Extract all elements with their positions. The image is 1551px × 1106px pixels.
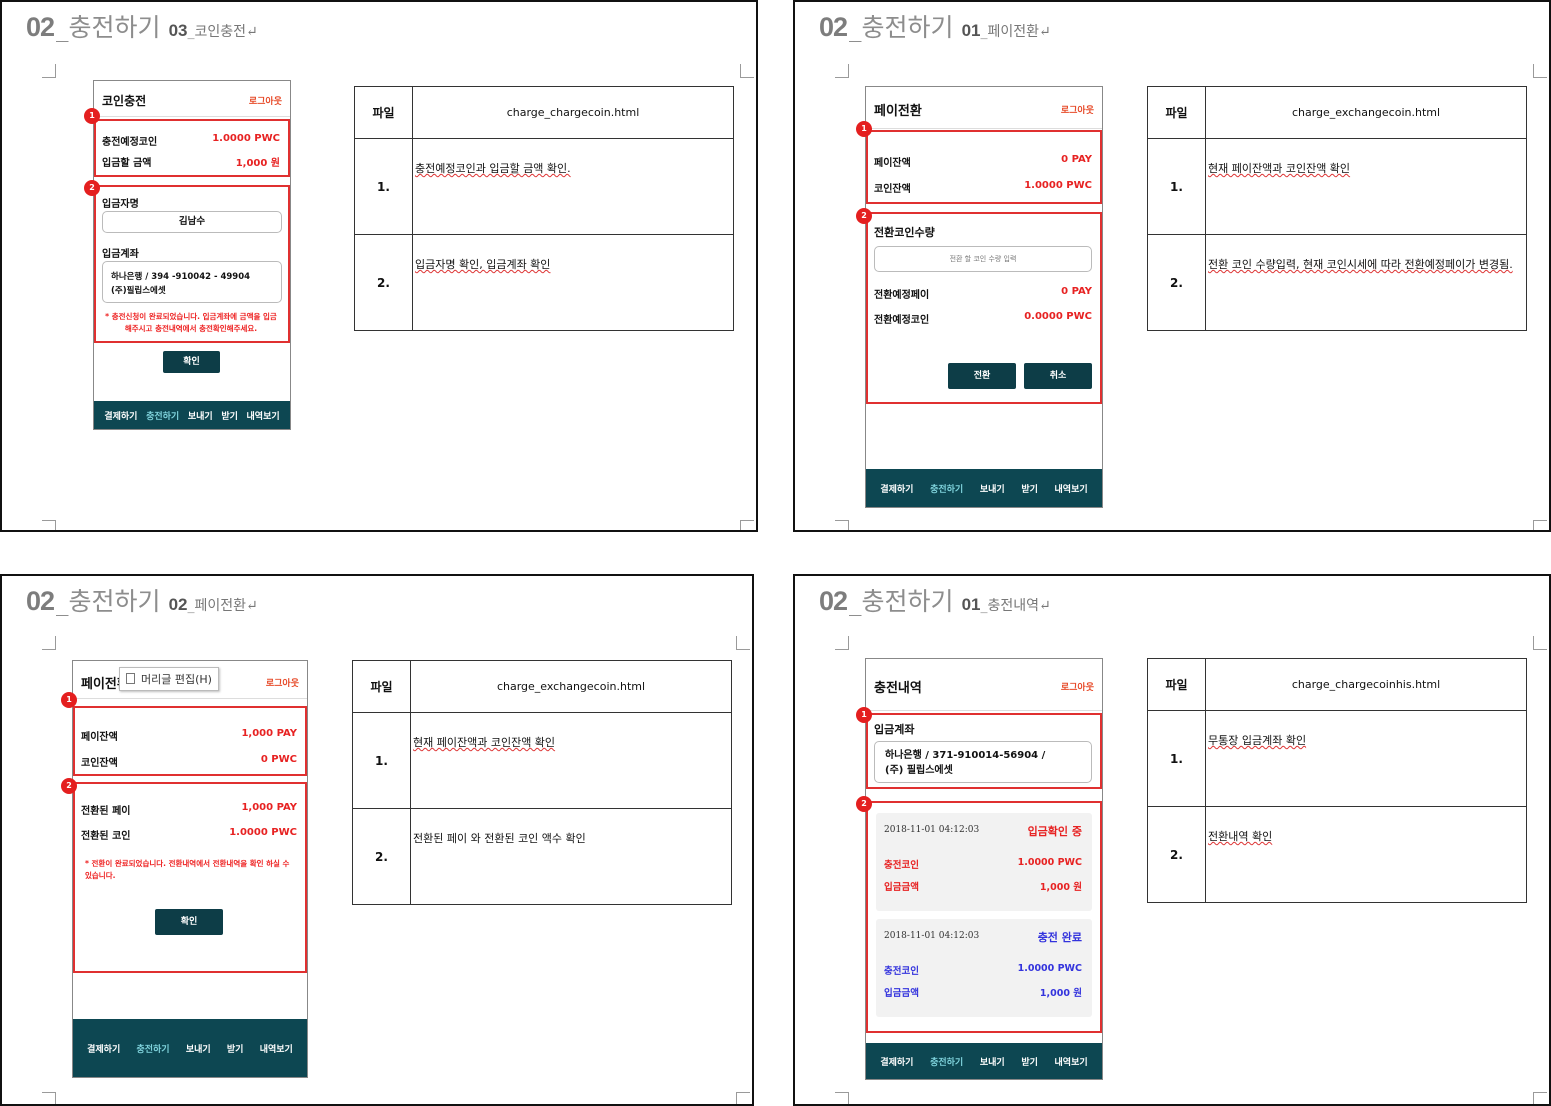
highlight-box-1: 입금계좌 하나은행 / 371-910014-56904 / (주) 필립스에셋 [866,713,1102,789]
crop-mark [42,636,56,650]
phone-mockup: 코인충전 로그아웃 충전예정코인 1.0000 PWC 입금할 금액 1,000 원… [93,80,291,430]
badge-2: 2 [84,180,100,196]
notice-text: * 충전신청이 완료되었습니다. 입금계좌에 금액을 입금해주시고 충전내역에서… [105,312,277,333]
cancel-button[interactable]: 취소 [1024,363,1092,389]
history-card[interactable]: 2018-11-01 04:12:03 입금확인 중 충전코인 1.0000 PW… [876,813,1092,911]
doc-page-pay-exchange: 02_충전하기 01_페이전환↵ 페이전환 로그아웃 페이잔액 0 PAY 코인잔액… [793,0,1551,532]
section-heading: 02_충전하기 02_페이전환↵ [26,586,258,616]
spec-table: 파일 charge_chargecoin.html 1. 충전예정코인과 입금할 금… [354,86,734,331]
highlight-box-2: 입금자명 김남수 입금계좌 하나은행 / 394 -910042 - 49904… [94,185,290,343]
crop-mark [42,520,56,530]
planned-coin-row: 충전예정코인 1.0000 PWC [102,133,280,148]
account-label: 입금계좌 [102,249,139,260]
file-key: 파일 [354,86,413,139]
crop-mark [1533,64,1547,78]
doc-page-pay-exchange-done: 02_충전하기 02_페이전환↵ 페이전환 로그아웃 페이잔액 1,000 PAY … [0,574,754,1106]
highlight-box-1: 페이잔액 0 PAY 코인잔액 1.0000 PWC [866,130,1102,204]
page-title: 코인충전 [102,94,147,108]
doc-page-coin-charge: 02_충전하기 03_코인충전↵ 코인충전 로그아웃 충전예정코인 1.0000 P… [0,0,758,532]
phone-mockup: 페이전환 로그아웃 페이잔액 0 PAY 코인잔액 1.0000 PWC 전환코인수… [865,86,1103,508]
crop-mark [736,636,750,650]
app-header: 충전내역 로그아웃 [866,659,1102,711]
account-field: 하나은행 / 394 -910042 - 49904 (주)필립스에셋 [102,261,282,303]
history-status: 충전 완료 [1037,931,1082,944]
logout-link[interactable]: 로그아웃 [266,676,299,689]
badge-2: 2 [61,778,77,794]
highlight-box-2: 2018-11-01 04:12:03 입금확인 중 충전코인 1.0000 PW… [866,801,1102,1033]
badge-1: 1 [856,707,872,723]
page-title: 충전내역 [874,681,922,696]
crop-mark [736,1092,750,1104]
page-title: 페이전환 [874,104,922,119]
document-icon [126,673,135,684]
notice-text: * 전환이 완료되었습니다. 전환내역에서 전환내역을 확인 하실 수 있습니다… [85,859,290,880]
history-timestamp: 2018-11-01 04:12:03 [884,825,980,835]
header-edit-tooltip[interactable]: 머리글 편집(H) [119,667,219,691]
bottom-nav: 결제하기 충전하기 보내기 받기 내역보기 [866,1043,1102,1079]
section-number: 02 [26,12,55,42]
section-heading: 02_충전하기 01_페이전환↵ [819,12,1051,42]
phone-mockup: 충전내역 로그아웃 입금계좌 하나은행 / 371-910014-56904 /… [865,658,1103,1080]
highlight-box-1: 충전예정코인 1.0000 PWC 입금할 금액 1,000 원 [94,119,290,177]
file-name: charge_chargecoin.html [412,86,734,139]
crop-mark [835,64,849,78]
nav-receive[interactable]: 받기 [221,409,238,422]
crop-mark [835,520,849,530]
spec-row-desc: 충전예정코인과 입금할 금액 확인. [412,138,734,235]
app-header: 페이전환 로그아웃 [866,87,1102,129]
history-card[interactable]: 2018-11-01 04:12:03 충전 완료 충전코인 1.0000 PWC… [876,919,1092,1017]
crop-mark [835,636,849,650]
spec-row-desc: 입금자명 확인, 입금계좌 확인 [412,234,734,331]
crop-mark [740,64,754,78]
badge-2: 2 [856,208,872,224]
history-status: 입금확인 중 [1027,825,1082,838]
section-heading: 02_충전하기 01_충전내역↵ [819,586,1051,616]
depositor-label: 입금자명 [102,199,139,210]
crop-mark [42,64,56,78]
history-timestamp: 2018-11-01 04:12:03 [884,931,980,941]
confirm-button[interactable]: 확인 [163,351,220,373]
highlight-box-2: 전환된 페이 1,000 PAY 전환된 코인 1.0000 PWC * 전환이 완… [73,782,307,973]
highlight-box-1: 페이잔액 1,000 PAY 코인잔액 0 PWC [73,706,307,776]
badge-1: 1 [61,692,77,708]
crop-mark [835,1092,849,1104]
crop-mark [1533,1092,1547,1104]
phone-mockup: 페이전환 로그아웃 페이잔액 1,000 PAY 코인잔액 0 PWC 전환된 페이… [72,660,308,1078]
bottom-nav: 결제하기 충전하기 보내기 받기 내역보기 [73,1019,307,1077]
qty-input[interactable]: 전환 할 코인 수량 입력 [874,246,1092,272]
nav-send[interactable]: 보내기 [188,409,213,422]
logout-link[interactable]: 로그아웃 [249,94,282,107]
badge-2: 2 [856,796,872,812]
depositor-field[interactable]: 김남수 [102,211,282,233]
doc-page-charge-history: 02_충전하기 01_충전내역↵ 충전내역 로그아웃 입금계좌 하나은행 / 37… [793,574,1551,1106]
badge-1: 1 [856,121,872,137]
subsection-number: 03 [168,21,188,40]
crop-mark [1533,520,1547,530]
bottom-nav: 결제하기 충전하기 보내기 받기 내역보기 [866,469,1102,507]
spec-table: 파일 charge_exchangecoin.html 1. 현재 페이잔액과 코인… [1147,86,1527,331]
qty-label: 전환코인수량 [874,226,935,239]
spec-table: 파일 charge_chargecoinhis.html 1. 무통장 입금계좌 확… [1147,658,1527,903]
bottom-nav: 결제하기 충전하기 보내기 받기 내역보기 [94,401,290,429]
nav-charge[interactable]: 충전하기 [146,409,179,422]
crop-mark [1533,636,1547,650]
highlight-box-2: 전환코인수량 전환 할 코인 수량 입력 전환예정페이 0 PAY 전환예정코인 0… [866,212,1102,404]
section-heading: 02_충전하기 03_코인충전↵ [26,12,258,42]
badge-1: 1 [84,108,100,124]
section-name: _충전하기 [56,13,161,42]
crop-mark [740,520,754,530]
crop-mark [42,1092,56,1104]
account-label: 입금계좌 [874,723,915,736]
confirm-button[interactable]: 확인 [155,909,223,935]
spec-table: 파일 charge_exchangecoin.html 1. 현재 페이잔액과 코인… [352,660,732,905]
app-header: 코인충전 로그아웃 [94,81,290,117]
nav-history[interactable]: 내역보기 [247,409,280,422]
subsection-name: _코인충전 [187,24,247,40]
convert-button[interactable]: 전환 [948,363,1016,389]
logout-link[interactable]: 로그아웃 [1061,680,1094,693]
deposit-amount-row: 입금할 금액 1,000 원 [102,158,280,169]
nav-pay[interactable]: 결제하기 [104,409,137,422]
logout-link[interactable]: 로그아웃 [1061,103,1094,116]
account-field: 하나은행 / 371-910014-56904 / (주) 필립스에셋 [874,741,1092,783]
